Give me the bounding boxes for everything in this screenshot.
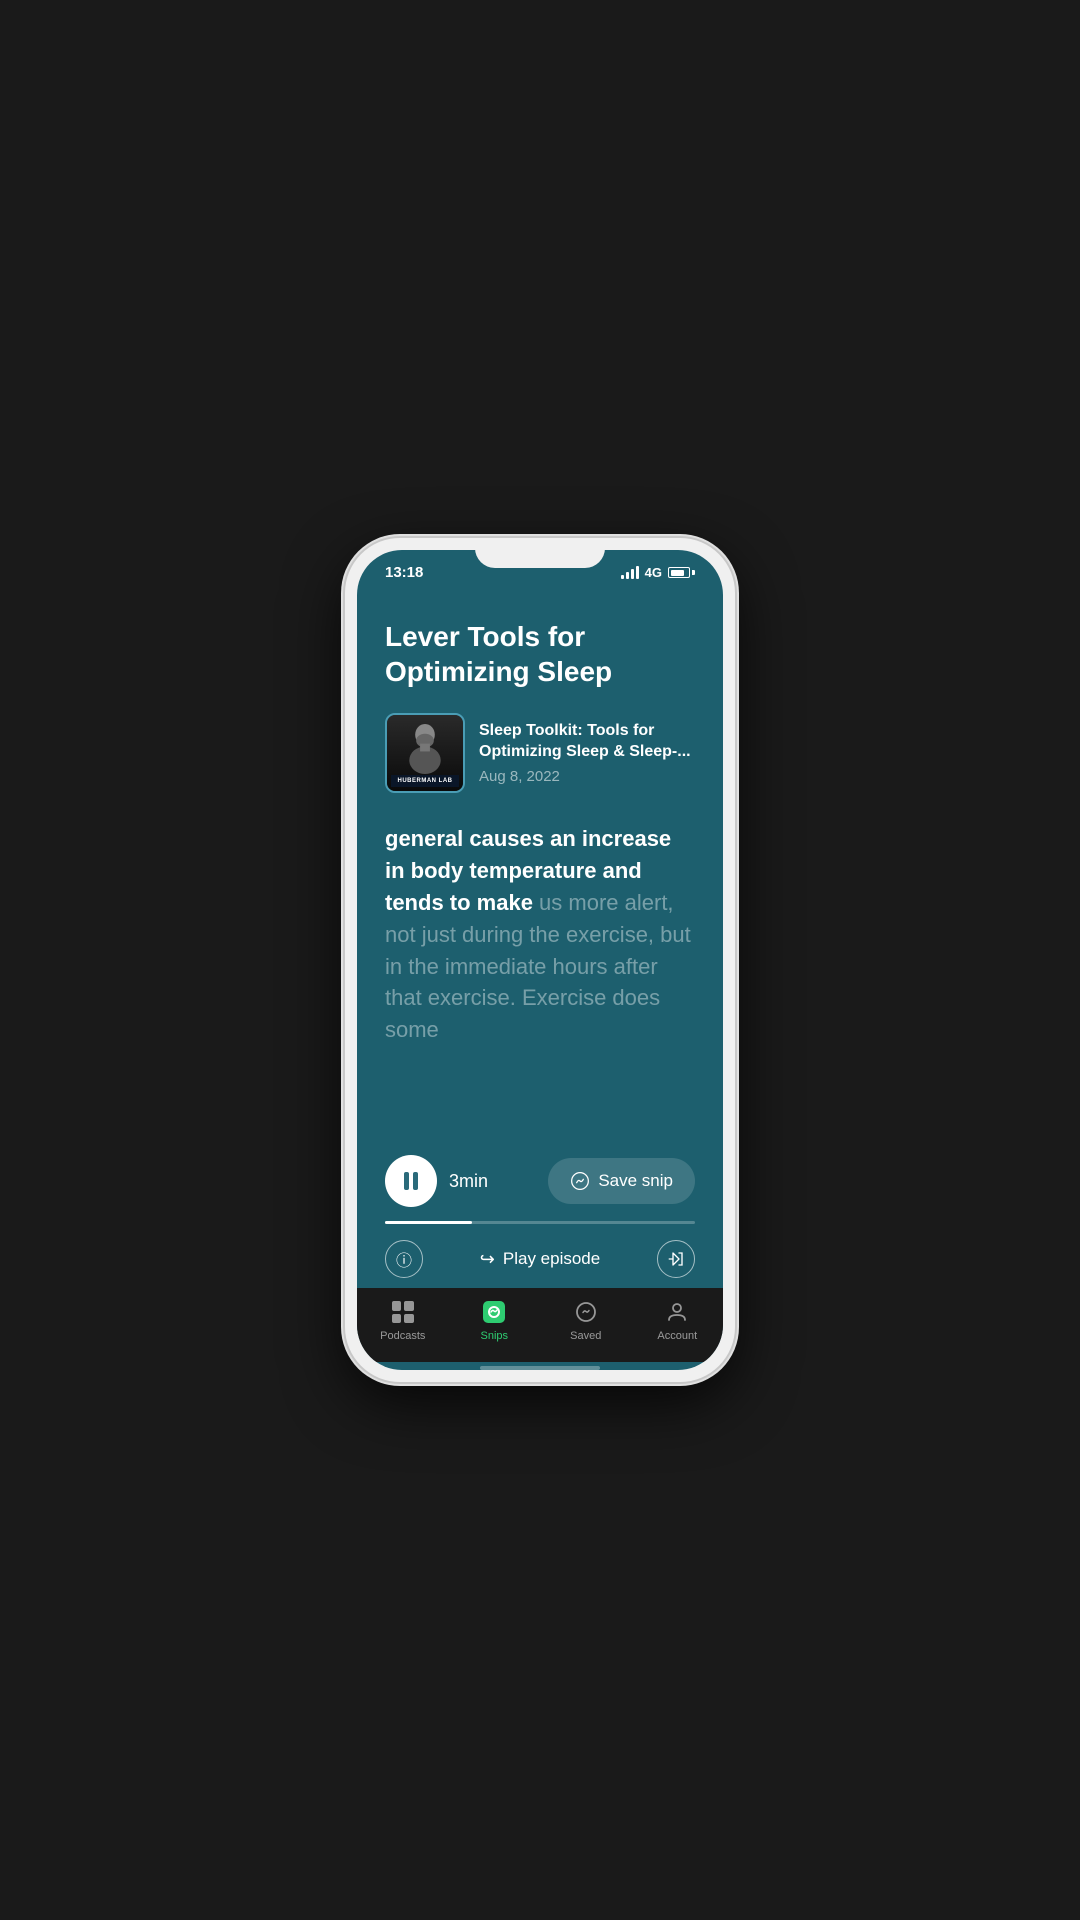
podcasts-icon [389,1298,417,1326]
network-type: 4G [645,565,662,580]
podcast-info-row: HUBERMAN LAB Sleep Toolkit: Tools for Op… [385,713,695,793]
home-indicator [480,1366,600,1370]
transcript: general causes an increase in body tempe… [385,823,695,1139]
notch [475,538,605,568]
play-episode-icon: ↪ [480,1249,495,1270]
play-episode-label: Play episode [503,1249,600,1269]
play-area: 3min [385,1155,488,1207]
info-button[interactable]: ⓘ [385,1240,423,1278]
tab-snips-label: Snips [480,1330,508,1342]
saved-icon [572,1298,600,1326]
save-snip-button[interactable]: Save snip [548,1158,695,1204]
battery-icon [668,567,695,578]
tab-saved-label: Saved [570,1330,601,1342]
phone-screen: 13:18 4G Lever Tools f [357,550,723,1370]
share-button[interactable] [657,1240,695,1278]
pause-button[interactable] [385,1155,437,1207]
person-silhouette [400,721,450,775]
pause-icon [404,1172,418,1190]
snips-icon [480,1298,508,1326]
secondary-controls: ⓘ ↪ Play episode [385,1240,695,1288]
time-display: 13:18 [385,564,423,581]
phone-frame: 13:18 4G Lever Tools f [345,538,735,1382]
tab-podcasts-label: Podcasts [380,1330,425,1342]
tab-podcasts[interactable]: Podcasts [368,1298,438,1342]
tab-snips[interactable]: Snips [459,1298,529,1342]
snip-icon [570,1171,590,1191]
duration-label: 3min [449,1171,488,1192]
podcast-name: Sleep Toolkit: Tools for Optimizing Slee… [479,721,695,763]
content-area: Lever Tools for Optimizing Sleep [357,589,723,1139]
podcast-thumbnail[interactable]: HUBERMAN LAB [385,713,465,793]
info-icon: ⓘ [396,1247,412,1271]
share-icon [667,1250,685,1268]
podcast-date: Aug 8, 2022 [479,768,695,785]
player-section: 3min Save snip ⓘ [357,1139,723,1288]
tab-account[interactable]: Account [642,1298,712,1342]
progress-fill [385,1221,472,1224]
episode-title: Lever Tools for Optimizing Sleep [385,619,695,689]
tab-saved[interactable]: Saved [551,1298,621,1342]
huberman-label: HUBERMAN LAB [391,775,459,787]
tab-bar: Podcasts Snips [357,1288,723,1362]
play-episode-button[interactable]: ↪ Play episode [480,1249,600,1270]
status-icons: 4G [621,565,695,580]
account-icon [663,1298,691,1326]
signal-icon [621,566,639,579]
podcast-meta: Sleep Toolkit: Tools for Optimizing Slee… [479,721,695,786]
save-snip-label: Save snip [598,1171,673,1191]
tab-account-label: Account [657,1330,697,1342]
progress-bar[interactable] [385,1221,695,1224]
player-controls: 3min Save snip [385,1155,695,1207]
